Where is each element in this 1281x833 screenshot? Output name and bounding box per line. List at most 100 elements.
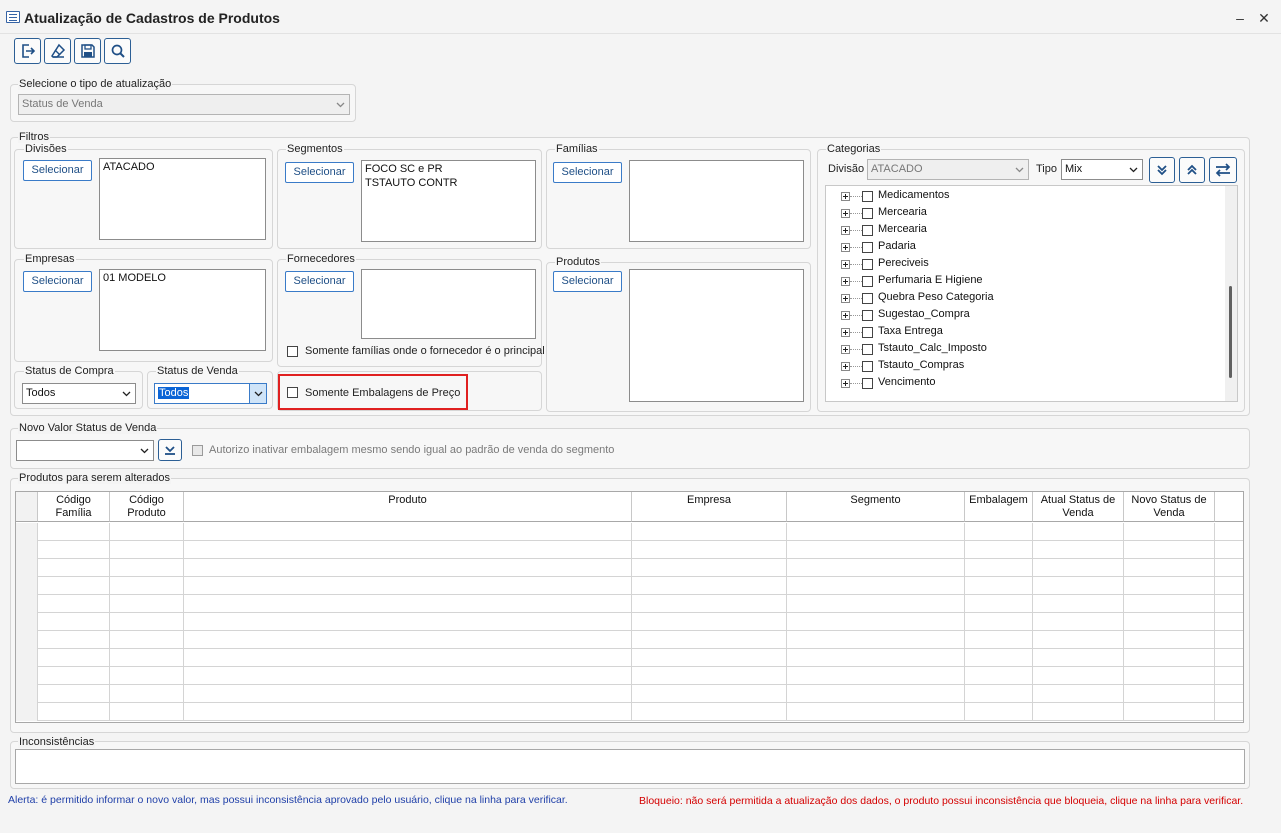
- table-cell[interactable]: [1033, 649, 1124, 667]
- row-indicator[interactable]: [16, 631, 38, 649]
- table-cell[interactable]: [184, 613, 632, 631]
- table-cell[interactable]: [110, 685, 184, 703]
- apply-value-button[interactable]: [158, 439, 182, 461]
- row-indicator[interactable]: [16, 667, 38, 685]
- table-cell[interactable]: [1033, 577, 1124, 595]
- table-cell[interactable]: [1033, 703, 1124, 721]
- table-row[interactable]: [16, 631, 1243, 649]
- produtos-select-button[interactable]: Selecionar: [553, 271, 622, 292]
- row-indicator[interactable]: [16, 595, 38, 613]
- table-row[interactable]: [16, 613, 1243, 631]
- tree-item[interactable]: Pereciveis: [826, 256, 1206, 273]
- table-row[interactable]: [16, 703, 1243, 721]
- table-cell[interactable]: [965, 667, 1033, 685]
- list-item[interactable]: FOCO SC e PR: [365, 162, 532, 176]
- table-cell[interactable]: [632, 577, 787, 595]
- expand-plus-icon[interactable]: [841, 362, 850, 371]
- search-button[interactable]: [104, 38, 131, 64]
- tree-item[interactable]: Mercearia: [826, 205, 1206, 222]
- table-cell[interactable]: [1124, 667, 1215, 685]
- fornecedores-select-button[interactable]: Selecionar: [285, 271, 354, 292]
- table-cell[interactable]: [965, 649, 1033, 667]
- table-cell[interactable]: [1033, 559, 1124, 577]
- table-cell[interactable]: [632, 667, 787, 685]
- table-cell[interactable]: [38, 649, 110, 667]
- table-cell[interactable]: [965, 523, 1033, 541]
- table-cell[interactable]: [1124, 523, 1215, 541]
- familias-list[interactable]: [629, 160, 804, 242]
- row-indicator[interactable]: [16, 703, 38, 721]
- table-cell[interactable]: [787, 595, 965, 613]
- fornecedores-list[interactable]: [361, 269, 536, 339]
- expand-plus-icon[interactable]: [841, 379, 850, 388]
- table-cell[interactable]: [1215, 559, 1243, 577]
- table-cell[interactable]: [110, 595, 184, 613]
- tree-item-checkbox[interactable]: [862, 242, 873, 253]
- table-cell[interactable]: [184, 649, 632, 667]
- tree-item[interactable]: Quebra Peso Categoria: [826, 290, 1206, 307]
- empresas-list[interactable]: 01 MODELO: [99, 269, 266, 351]
- table-cell[interactable]: [1215, 631, 1243, 649]
- table-cell[interactable]: [965, 541, 1033, 559]
- table-cell[interactable]: [1215, 577, 1243, 595]
- table-cell[interactable]: [787, 631, 965, 649]
- table-cell[interactable]: [787, 685, 965, 703]
- table-cell[interactable]: [38, 703, 110, 721]
- column-header[interactable]: Código Família: [38, 492, 110, 522]
- table-cell[interactable]: [1033, 523, 1124, 541]
- table-cell[interactable]: [965, 685, 1033, 703]
- table-cell[interactable]: [1033, 667, 1124, 685]
- table-cell[interactable]: [1215, 667, 1243, 685]
- table-cell[interactable]: [110, 613, 184, 631]
- table-cell[interactable]: [184, 685, 632, 703]
- table-cell[interactable]: [965, 631, 1033, 649]
- table-cell[interactable]: [38, 685, 110, 703]
- table-cell[interactable]: [787, 667, 965, 685]
- table-cell[interactable]: [1215, 685, 1243, 703]
- embalagens-preco-checkbox[interactable]: [287, 387, 298, 398]
- tree-scrollbar[interactable]: [1225, 186, 1237, 401]
- table-cell[interactable]: [1033, 613, 1124, 631]
- column-header[interactable]: Embalagem: [965, 492, 1033, 522]
- table-cell[interactable]: [38, 595, 110, 613]
- tree-item[interactable]: Tstauto_Calc_Imposto: [826, 341, 1206, 358]
- table-cell[interactable]: [1033, 595, 1124, 613]
- update-type-select[interactable]: Status de Venda: [18, 94, 350, 115]
- categorias-tree[interactable]: Medicamentos Mercearia Mercearia Padaria Per…: [825, 185, 1238, 402]
- table-cell[interactable]: [38, 577, 110, 595]
- table-cell[interactable]: [110, 541, 184, 559]
- tree-item-checkbox[interactable]: [862, 276, 873, 287]
- row-indicator[interactable]: [16, 577, 38, 595]
- table-cell[interactable]: [38, 631, 110, 649]
- table-cell[interactable]: [632, 613, 787, 631]
- table-cell[interactable]: [1124, 631, 1215, 649]
- table-cell[interactable]: [632, 595, 787, 613]
- table-cell[interactable]: [1033, 631, 1124, 649]
- produtos-filter-list[interactable]: [629, 269, 804, 402]
- tree-item-checkbox[interactable]: [862, 225, 873, 236]
- status-venda-select[interactable]: Todos: [154, 383, 267, 404]
- row-indicator[interactable]: [16, 541, 38, 559]
- table-cell[interactable]: [184, 667, 632, 685]
- table-cell[interactable]: [184, 631, 632, 649]
- table-cell[interactable]: [632, 541, 787, 559]
- list-item[interactable]: 01 MODELO: [103, 271, 262, 285]
- row-indicator[interactable]: [16, 649, 38, 667]
- expand-plus-icon[interactable]: [841, 226, 850, 235]
- table-cell[interactable]: [184, 703, 632, 721]
- table-cell[interactable]: [965, 703, 1033, 721]
- tree-item[interactable]: Padaria: [826, 239, 1206, 256]
- expand-plus-icon[interactable]: [841, 345, 850, 354]
- minimize-button[interactable]: –: [1230, 8, 1250, 28]
- tree-item[interactable]: Mercearia: [826, 222, 1206, 239]
- table-cell[interactable]: [632, 559, 787, 577]
- tree-item-checkbox[interactable]: [862, 310, 873, 321]
- tree-item-checkbox[interactable]: [862, 378, 873, 389]
- table-row[interactable]: [16, 667, 1243, 685]
- exit-button[interactable]: [14, 38, 41, 64]
- row-indicator[interactable]: [16, 685, 38, 703]
- column-header[interactable]: Código Produto: [110, 492, 184, 522]
- tree-item-checkbox[interactable]: [862, 327, 873, 338]
- table-cell[interactable]: [632, 523, 787, 541]
- table-cell[interactable]: [1124, 541, 1215, 559]
